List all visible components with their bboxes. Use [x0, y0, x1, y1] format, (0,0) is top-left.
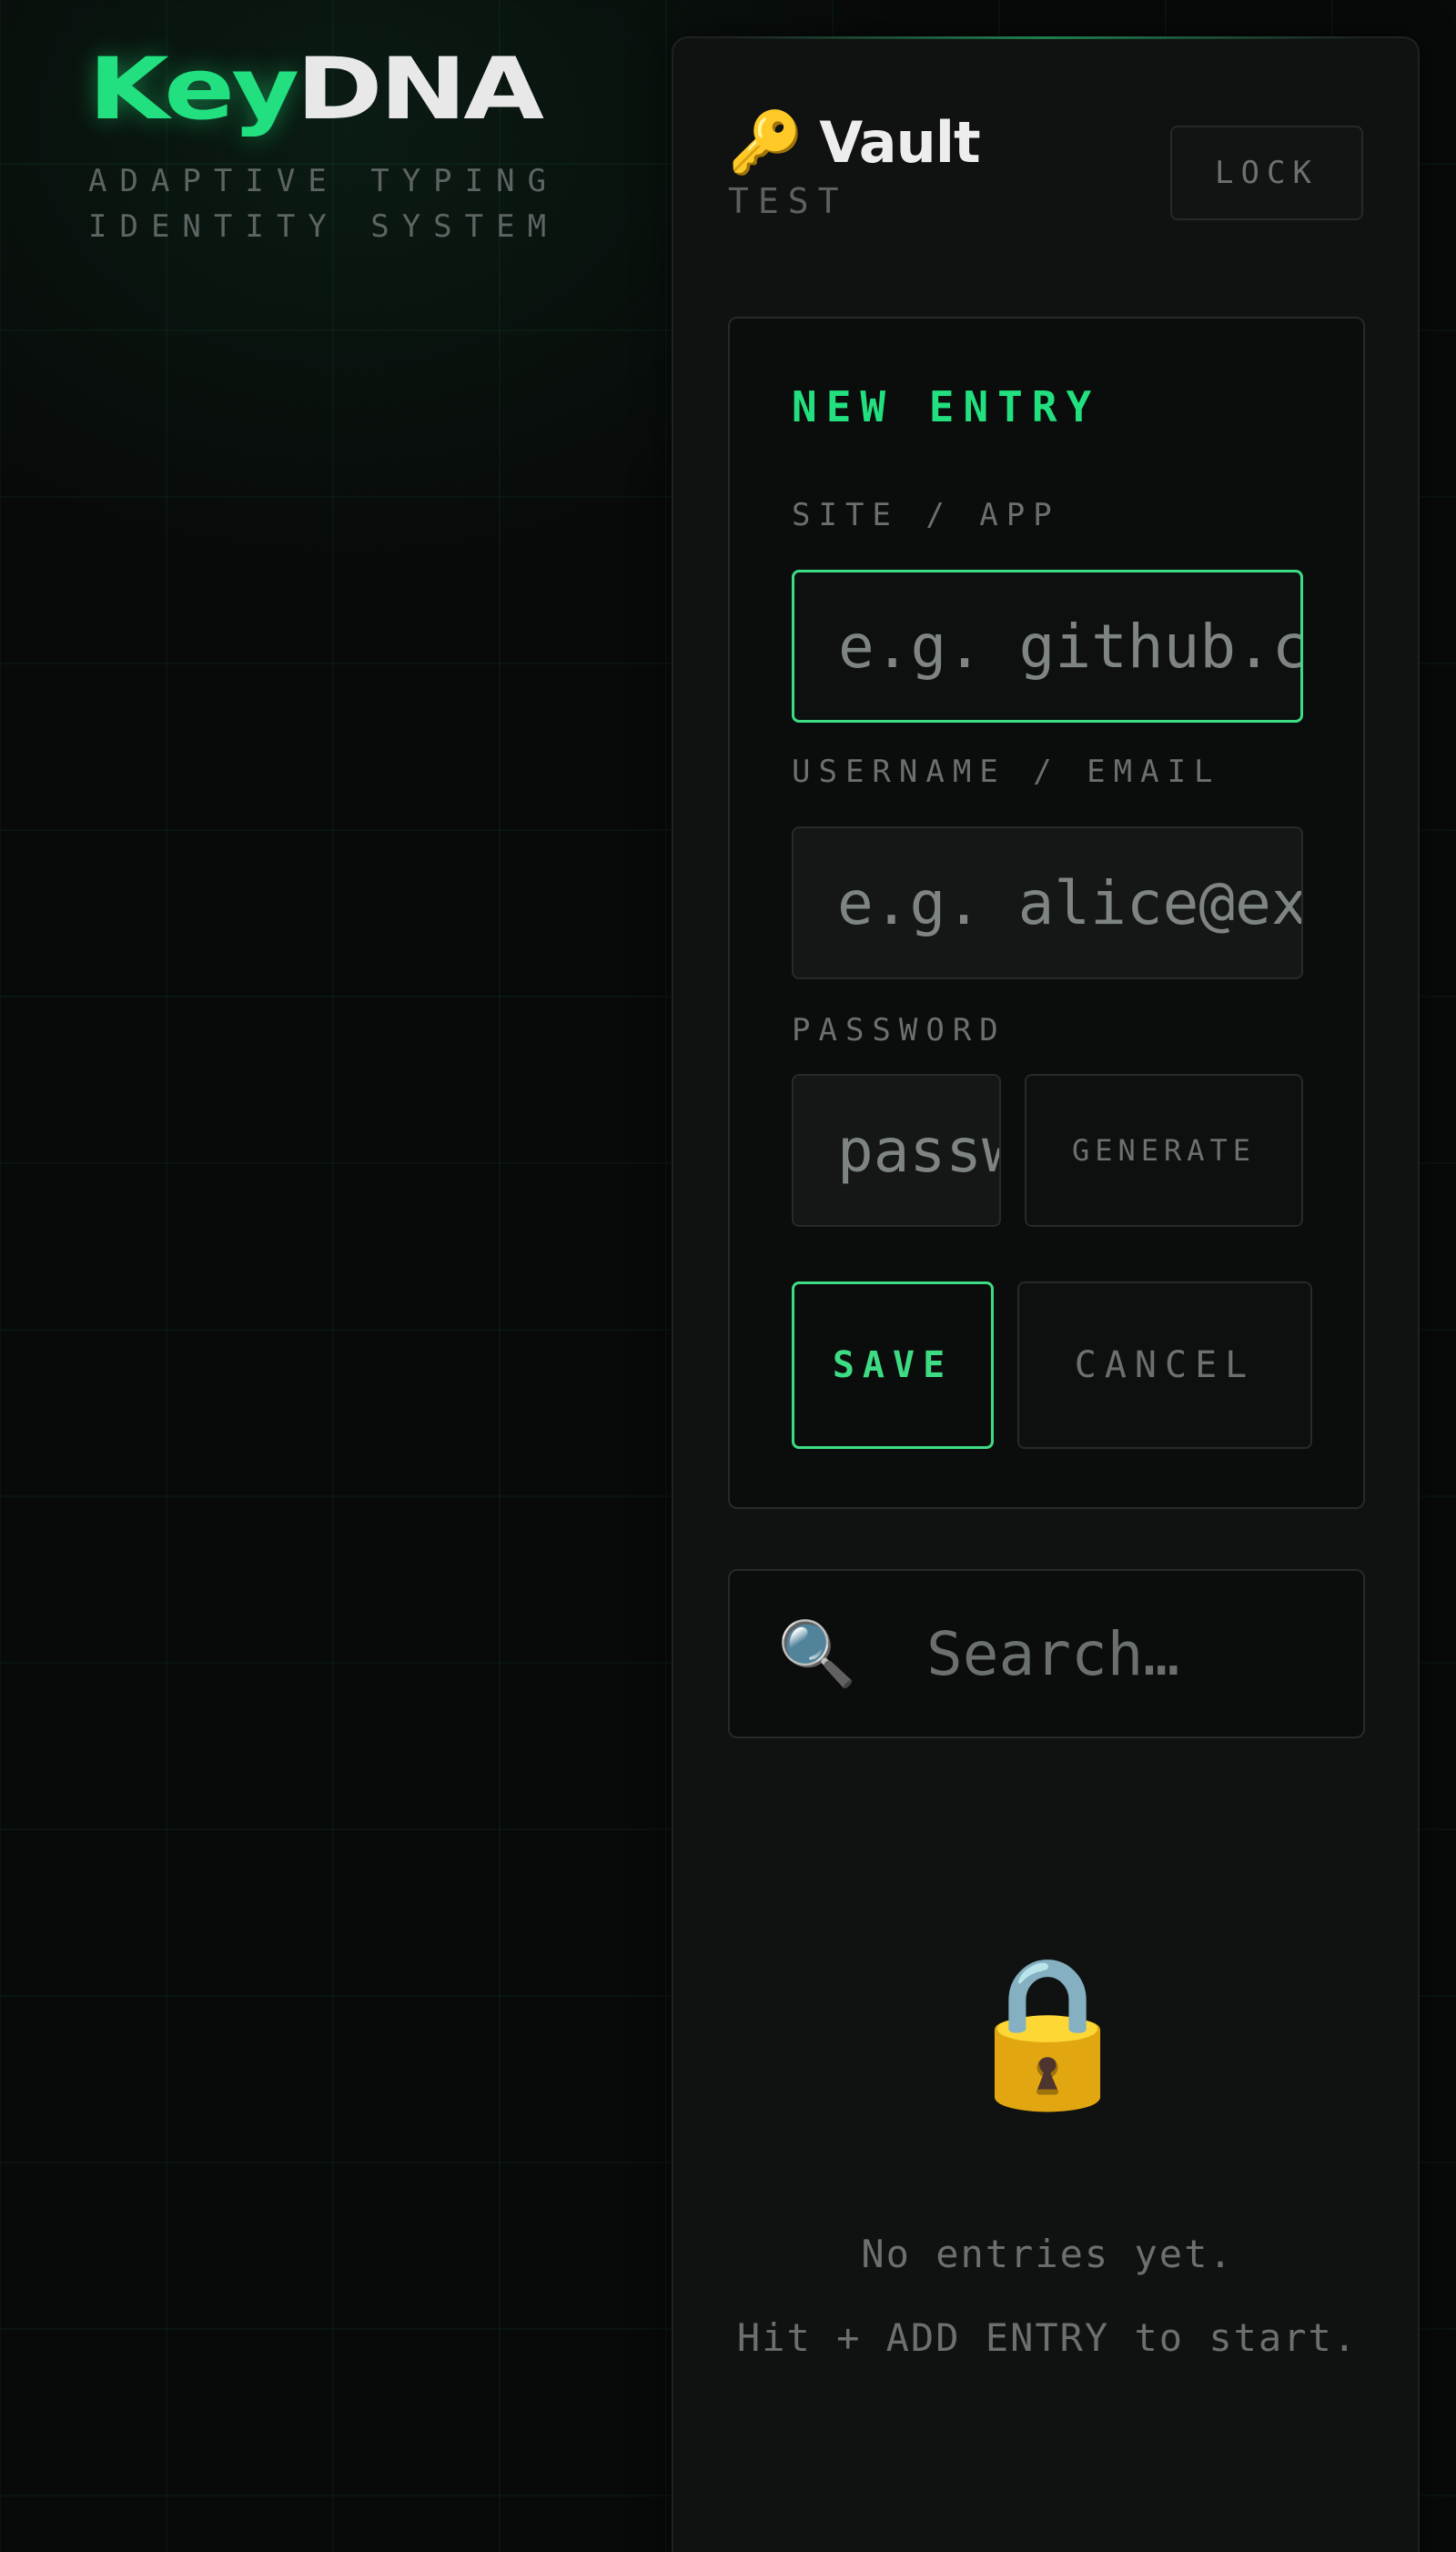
search-placeholder: Search…: [926, 1618, 1180, 1689]
vault-title-row: 🔑 Vault: [728, 106, 981, 177]
empty-hint: Hit + ADD ENTRY to start.: [736, 2315, 1359, 2360]
site-label: SITE / APP: [792, 497, 1060, 533]
empty-message: No entries yet.: [861, 2232, 1234, 2276]
generate-button[interactable]: GENERATE: [1025, 1074, 1303, 1227]
vault-header: 🔑 Vault TEST: [728, 106, 981, 221]
site-placeholder: e.g. github.com: [838, 611, 1300, 682]
tagline: ADAPTIVE TYPING IDENTITY SYSTEM: [88, 163, 560, 245]
username-placeholder: e.g. alice@example.com: [837, 867, 1303, 938]
password-input[interactable]: password: [792, 1074, 1001, 1227]
key-icon: 🔑: [728, 106, 804, 177]
vault-username: TEST: [728, 181, 848, 221]
lock-icon: 🔒: [956, 1946, 1138, 2116]
vault-title: Vault: [819, 109, 980, 176]
username-label: USERNAME / EMAIL: [792, 754, 1221, 790]
form-title: NEW ENTRY: [792, 382, 1101, 431]
app-logo: KeyDNA: [88, 47, 662, 133]
cancel-button[interactable]: CANCEL: [1017, 1281, 1312, 1449]
brand: KeyDNA ADAPTIVE TYPING IDENTITY SYSTEM: [88, 47, 559, 249]
lock-button[interactable]: LOCK: [1170, 126, 1363, 220]
logo-key: Key: [88, 40, 299, 139]
site-input[interactable]: e.g. github.com: [792, 570, 1303, 723]
password-placeholder: password: [837, 1115, 999, 1186]
username-input[interactable]: e.g. alice@example.com: [792, 826, 1303, 979]
vault-panel: 🔑 Vault TEST LOCK NEW ENTRY SITE / APP e…: [672, 36, 1420, 2552]
search-input[interactable]: 🔍 Search…: [728, 1569, 1365, 1738]
logo-dna: DNA: [296, 40, 544, 139]
new-entry-form: NEW ENTRY SITE / APP e.g. github.com USE…: [728, 317, 1365, 1509]
password-label: PASSWORD: [792, 1012, 1006, 1048]
search-icon: 🔍: [777, 1616, 857, 1691]
save-button[interactable]: SAVE: [792, 1281, 994, 1449]
